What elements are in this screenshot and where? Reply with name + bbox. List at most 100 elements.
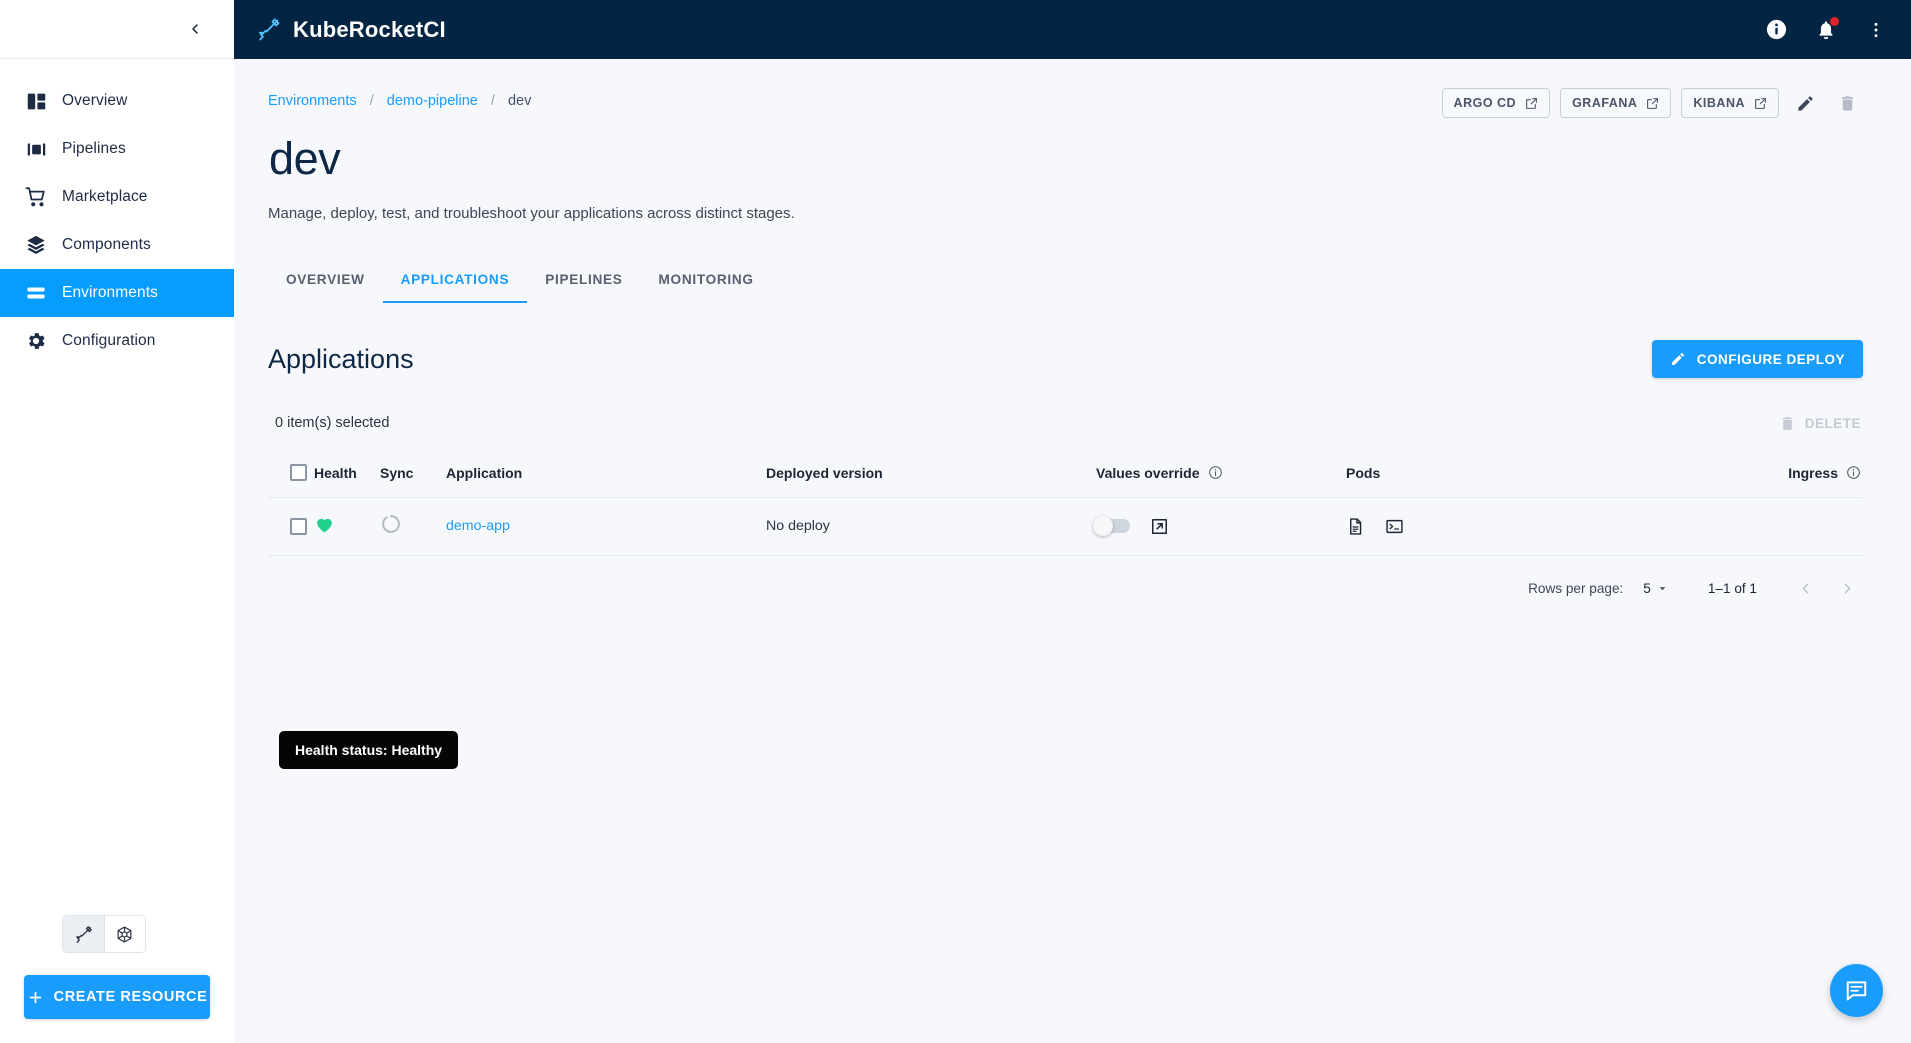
page-subtitle: Manage, deploy, test, and troubleshoot y… (268, 205, 1863, 222)
column-pods: Pods (1346, 450, 1596, 498)
pagination-nav (1791, 574, 1861, 602)
kuberocket-view-button[interactable] (63, 916, 104, 952)
external-link-icon (1150, 517, 1169, 536)
environments-icon (10, 282, 62, 304)
kibana-button[interactable]: KIBANA (1681, 88, 1779, 118)
application-link[interactable]: demo-app (446, 518, 510, 534)
chevron-right-icon (1839, 580, 1856, 597)
sidebar-item-overview[interactable]: Overview (0, 77, 234, 125)
table-header-row: Health Sync Application Deployed version… (268, 450, 1863, 498)
chat-button[interactable] (1830, 964, 1883, 1017)
values-override-open-button[interactable] (1150, 517, 1169, 536)
sidebar-item-label: Overview (62, 92, 127, 110)
values-override-toggle[interactable] (1096, 519, 1130, 533)
row-sync-cell (380, 498, 446, 556)
row-checkbox[interactable] (290, 518, 307, 535)
section-header: Applications CONFIGURE DEPLOY (268, 340, 1863, 378)
more-menu-button[interactable] (1861, 15, 1891, 45)
column-sync: Sync (380, 450, 446, 498)
document-icon (1346, 517, 1365, 536)
rocket-dagger-icon (74, 925, 93, 944)
brand-name: KubeRocketCI (293, 17, 446, 43)
breadcrumb: Environments / demo-pipeline / dev (268, 87, 531, 109)
terminal-icon (1385, 517, 1404, 536)
create-resource-label: CREATE RESOURCE (54, 989, 208, 1005)
sidebar-item-marketplace[interactable]: Marketplace (0, 173, 234, 221)
breadcrumb-item-current: dev (508, 93, 531, 109)
trash-icon (1838, 94, 1857, 113)
column-select-all (268, 450, 314, 498)
configure-deploy-label: CONFIGURE DEPLOY (1697, 352, 1845, 367)
sidebar-header (0, 0, 234, 59)
argo-cd-button[interactable]: ARGO CD (1442, 88, 1551, 118)
tab-overview[interactable]: OVERVIEW (268, 260, 383, 303)
table-head: Health Sync Application Deployed version… (268, 450, 1863, 498)
view-toggle-group (62, 915, 146, 953)
kubernetes-view-button[interactable] (104, 916, 145, 952)
main-area: KubeRocketCI Environments / demo-pipelin… (234, 0, 1911, 1043)
sidebar-item-label: Configuration (62, 332, 156, 350)
pipelines-icon (10, 139, 62, 160)
info-icon (1765, 18, 1788, 41)
sidebar: Overview Pipelines Marketplace Component… (0, 0, 234, 1043)
sidebar-item-components[interactable]: Components (0, 221, 234, 269)
info-icon[interactable] (1208, 465, 1223, 480)
delete-environment-button[interactable] (1831, 87, 1863, 119)
grafana-button[interactable]: GRAFANA (1560, 88, 1671, 118)
pod-logs-button[interactable] (1346, 517, 1365, 536)
pencil-icon (1796, 94, 1815, 113)
info-button[interactable] (1761, 15, 1791, 45)
pod-terminal-button[interactable] (1385, 517, 1404, 536)
layers-icon (10, 234, 62, 256)
rows-per-page-label: Rows per page: (1528, 581, 1623, 596)
notifications-button[interactable] (1811, 15, 1841, 45)
section-title: Applications (268, 344, 414, 375)
column-health-label: Health (314, 465, 357, 481)
breadcrumb-item-environments[interactable]: Environments (268, 93, 357, 109)
breadcrumb-separator: / (491, 93, 495, 109)
column-values-override: Values override (1096, 450, 1346, 498)
chat-icon (1844, 978, 1869, 1003)
column-pods-label: Pods (1346, 465, 1380, 481)
delete-selected-label: DELETE (1805, 416, 1861, 431)
column-application: Application (446, 450, 766, 498)
rows-per-page-value: 5 (1643, 581, 1651, 596)
sync-circle-icon[interactable] (380, 513, 402, 535)
column-health: Health (314, 450, 380, 498)
pagination-prev-button[interactable] (1791, 574, 1819, 602)
row-deployed-version-cell: No deploy (766, 498, 1096, 556)
configure-deploy-button[interactable]: CONFIGURE DEPLOY (1652, 340, 1863, 378)
sidebar-collapse-button[interactable] (180, 14, 210, 44)
chevron-down-icon (1657, 583, 1668, 594)
info-icon[interactable] (1846, 465, 1861, 480)
cart-icon (10, 186, 62, 208)
pagination-next-button[interactable] (1833, 574, 1861, 602)
chevron-left-icon (1797, 580, 1814, 597)
select-all-checkbox[interactable] (290, 464, 307, 481)
selection-row: 0 item(s) selected DELETE (268, 408, 1863, 438)
sidebar-item-configuration[interactable]: Configuration (0, 317, 234, 365)
rocket-dagger-icon (256, 17, 281, 42)
more-vertical-icon (1866, 20, 1886, 40)
create-resource-button[interactable]: CREATE RESOURCE (24, 975, 210, 1019)
tab-monitoring[interactable]: MONITORING (641, 260, 772, 303)
breadcrumb-item-demo-pipeline[interactable]: demo-pipeline (387, 93, 478, 109)
column-values-override-label: Values override (1096, 465, 1200, 481)
delete-selected-button[interactable]: DELETE (1779, 415, 1863, 432)
chevron-left-icon (187, 21, 203, 37)
row-values-override-cell (1096, 498, 1346, 556)
rows-per-page-select[interactable]: 5 (1643, 581, 1668, 596)
edit-environment-button[interactable] (1789, 87, 1821, 119)
tab-applications[interactable]: APPLICATIONS (383, 260, 528, 303)
pagination: Rows per page: 5 1–1 of 1 (268, 574, 1863, 602)
sidebar-item-environments[interactable]: Environments (0, 269, 234, 317)
row-checkbox-cell (268, 498, 314, 556)
page-content: Environments / demo-pipeline / dev ARGO … (234, 59, 1911, 1043)
kibana-label: KIBANA (1693, 96, 1745, 110)
column-deployed-version: Deployed version (766, 450, 1096, 498)
column-deployed-version-label: Deployed version (766, 465, 883, 481)
tab-pipelines[interactable]: PIPELINES (527, 260, 640, 303)
row-ingress-cell (1596, 498, 1863, 556)
sidebar-item-pipelines[interactable]: Pipelines (0, 125, 234, 173)
heart-icon[interactable] (314, 514, 335, 535)
